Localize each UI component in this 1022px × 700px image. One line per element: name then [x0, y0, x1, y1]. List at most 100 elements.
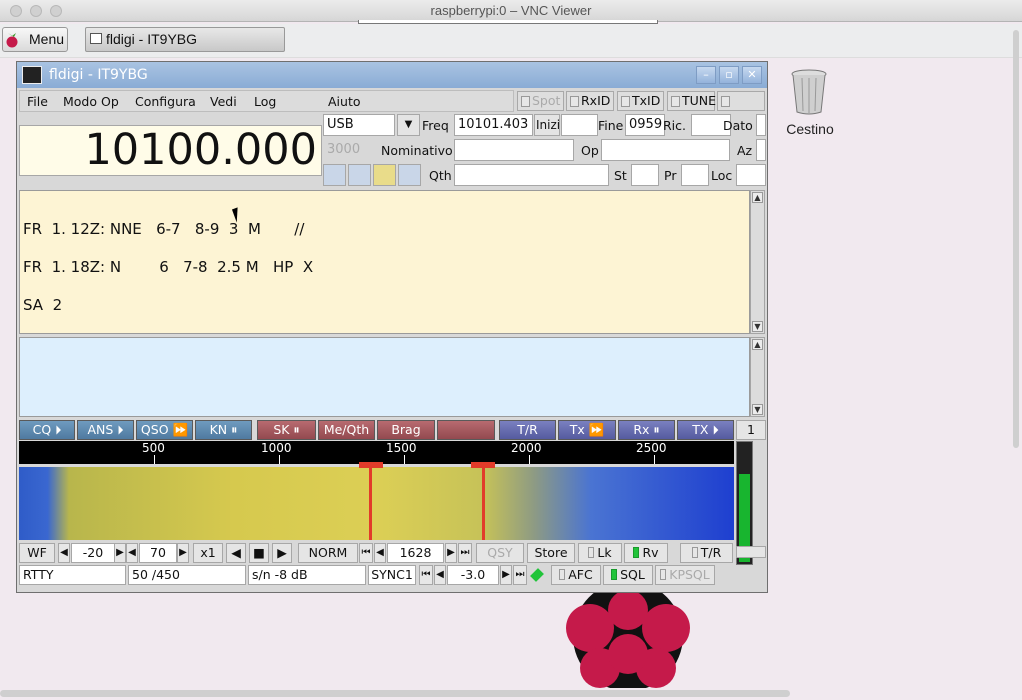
arrow-left-icon[interactable]: ◀	[434, 565, 446, 585]
faster-icon[interactable]: ▶	[272, 543, 292, 563]
chevron-down-icon[interactable]: ▼	[397, 114, 420, 136]
qth-field[interactable]	[454, 164, 609, 186]
macro-rx[interactable]: Rx ⏸	[618, 420, 675, 440]
globe-icon[interactable]	[348, 164, 371, 186]
txid-toggle[interactable]: TxID	[617, 91, 664, 111]
arrow-right-icon[interactable]: ▶	[445, 543, 457, 563]
broom-icon[interactable]	[373, 164, 396, 186]
zoom-traffic-light[interactable]	[50, 5, 62, 17]
fast-right-icon[interactable]: ⏭	[513, 565, 527, 585]
nominativo-field[interactable]	[454, 139, 574, 161]
freq-field[interactable]: 10101.403	[454, 114, 533, 136]
arrow-right-icon[interactable]: ▶	[177, 543, 189, 563]
tr-toggle[interactable]: T/R	[680, 543, 733, 563]
rx-scrollbar[interactable]: ▲ ▼	[750, 190, 765, 334]
macro-tx2[interactable]: TX ⏵	[677, 420, 734, 440]
store-button[interactable]: Store	[527, 543, 575, 563]
fast-left-icon[interactable]: ⏮	[359, 543, 373, 563]
close-traffic-light[interactable]	[10, 5, 22, 17]
macro-tr[interactable]: T/R	[499, 420, 556, 440]
menu-label: Menu	[29, 31, 65, 47]
macro-tx[interactable]: Tx ⏩	[558, 420, 616, 440]
fast-left-icon[interactable]: ⏮	[419, 565, 433, 585]
macro-empty[interactable]	[437, 420, 495, 440]
reverse-toggle[interactable]: Rv	[624, 543, 668, 563]
vertical-scrollbar[interactable]	[1013, 30, 1019, 448]
op-field[interactable]	[601, 139, 730, 161]
macro-cq[interactable]: CQ ⏵	[19, 420, 75, 440]
offset-field[interactable]: -3.0	[447, 565, 499, 585]
minimize-traffic-light[interactable]	[30, 5, 42, 17]
st-field[interactable]	[631, 164, 659, 186]
close-button[interactable]: ✕	[742, 66, 762, 84]
menu-vedi[interactable]: Vedi	[210, 94, 237, 109]
kpsql-toggle[interactable]: KPSQL	[655, 565, 715, 585]
rxid-toggle[interactable]: RxID	[566, 91, 614, 111]
spot-toggle[interactable]: Spot	[517, 91, 564, 111]
menu-log[interactable]: Log	[254, 94, 276, 109]
macro-meqth[interactable]: Me/Qth	[318, 420, 375, 440]
macro-qso[interactable]: QSO ⏩	[136, 420, 193, 440]
lock-toggle[interactable]: Lk	[578, 543, 622, 563]
scale-tick	[654, 455, 655, 464]
fldigi-window: fldigi - IT9YBG – ▫ ✕ File Modo Op Confi…	[16, 61, 768, 593]
loc-field[interactable]	[736, 164, 766, 186]
az-field[interactable]	[756, 139, 766, 161]
carrier-field[interactable]: 1628	[387, 543, 444, 563]
save-log-icon[interactable]	[398, 164, 421, 186]
macro-sk[interactable]: SK ⏸	[257, 420, 316, 440]
menu-configura[interactable]: Configura	[135, 94, 196, 109]
dato-field[interactable]	[756, 114, 766, 136]
arrow-left-icon[interactable]: ◀	[58, 543, 70, 563]
horizontal-scrollbar[interactable]	[0, 690, 790, 697]
tx-scrollbar[interactable]: ▲ ▼	[750, 337, 765, 417]
fine-field[interactable]: 0959	[625, 114, 665, 136]
mode-select[interactable]: USB	[323, 114, 395, 136]
afc-toggle[interactable]: AFC	[551, 565, 601, 585]
raspberry-pi-logo	[566, 588, 690, 688]
stop-icon[interactable]: ■	[249, 543, 269, 563]
tune-toggle[interactable]: TUNE	[667, 91, 716, 111]
squelch-slider[interactable]	[736, 546, 766, 558]
transmit-text-panel[interactable]	[19, 337, 750, 417]
lo-field[interactable]: -20	[71, 543, 115, 563]
menu-file[interactable]: File	[27, 94, 48, 109]
nominativo-label: Nominativo	[381, 143, 453, 158]
trash-icon[interactable]	[790, 68, 828, 116]
sql-toggle[interactable]: SQL	[603, 565, 653, 585]
scroll-up-icon[interactable]: ▲	[752, 339, 763, 350]
fast-right-icon[interactable]: ⏭	[458, 543, 472, 563]
kpsql-led	[660, 569, 667, 580]
taskbar-fldigi[interactable]: fldigi - IT9YBG	[85, 27, 285, 52]
maximize-button[interactable]: ▫	[719, 66, 739, 84]
minimize-button[interactable]: –	[696, 66, 716, 84]
wf-button[interactable]: WF	[19, 543, 55, 563]
inizio-button[interactable]: Inizio	[534, 114, 560, 136]
scroll-up-icon[interactable]: ▲	[752, 192, 763, 203]
waterfall-display[interactable]	[19, 467, 734, 540]
log-icon[interactable]	[323, 164, 346, 186]
slower-icon[interactable]: ◀	[226, 543, 246, 563]
range-field[interactable]: 70	[139, 543, 177, 563]
blank-toggle[interactable]	[717, 91, 765, 111]
macro-ans[interactable]: ANS ⏵	[77, 420, 134, 440]
macro-kn[interactable]: KN ⏸	[195, 420, 252, 440]
macro-set-button[interactable]: 1	[736, 420, 766, 440]
arrow-right-icon[interactable]: ▶	[114, 543, 126, 563]
zoom-button[interactable]: x1	[193, 543, 223, 563]
window-titlebar[interactable]: fldigi - IT9YBG	[17, 62, 767, 88]
receive-text-panel[interactable]: FR 1. 12Z: NNE 6-7 8-9 3 M // FR 1. 18Z:…	[19, 190, 750, 334]
menu-modo-op[interactable]: Modo Op	[63, 94, 119, 109]
pr-field[interactable]	[681, 164, 709, 186]
scroll-down-icon[interactable]: ▼	[752, 404, 763, 415]
menu-aiuto[interactable]: Aiuto	[328, 94, 361, 109]
frequency-display[interactable]: 10100.000	[19, 125, 322, 176]
arrow-left-icon[interactable]: ◀	[126, 543, 138, 563]
arrow-right-icon[interactable]: ▶	[500, 565, 512, 585]
macro-brag[interactable]: Brag	[377, 420, 435, 440]
scroll-down-icon[interactable]: ▼	[752, 321, 763, 332]
inizio-field[interactable]	[561, 114, 598, 136]
arrow-left-icon[interactable]: ◀	[374, 543, 386, 563]
qsy-button[interactable]: QSY	[476, 543, 524, 563]
norm-button[interactable]: NORM	[298, 543, 358, 563]
